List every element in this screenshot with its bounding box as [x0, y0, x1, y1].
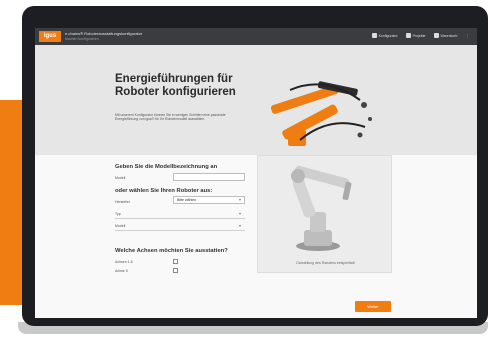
- model2-label: Modell: [115, 224, 126, 228]
- folder-icon: [405, 33, 411, 38]
- chevron-down-icon: ▾: [239, 211, 242, 216]
- menu-dots-icon[interactable]: ⋮: [466, 34, 470, 38]
- robot-preview-card: Darstellung des Roboters beispielhaft: [257, 155, 392, 273]
- model-heading: Geben Sie die Modellbezeichnung an: [115, 164, 218, 170]
- axis-checkbox[interactable]: [173, 259, 178, 264]
- model2-select[interactable]: [115, 230, 245, 231]
- page-title: Energieführungen für Roboter konfigurier…: [115, 73, 236, 98]
- next-button[interactable]: Weiter: [355, 301, 391, 312]
- top-bar: igus e-chains® Roboterausstattungskonfig…: [35, 28, 477, 45]
- industrial-robot-image: [291, 165, 352, 251]
- laptop-screen: igus e-chains® Roboterausstattungskonfig…: [35, 28, 477, 318]
- axes-heading: Welche Achsen möchten Sie ausstatten?: [115, 248, 228, 254]
- cart-icon: [433, 33, 439, 38]
- manufacturer-select[interactable]: Bitte wählen: [173, 196, 245, 204]
- chevron-down-icon: ▾: [239, 223, 242, 228]
- brand-logo[interactable]: igus: [39, 31, 61, 42]
- type-label: Typ: [115, 212, 121, 216]
- top-nav: Konfigurator Projekte Warenkorb ⋮: [371, 33, 470, 38]
- configurator-form: [35, 155, 477, 318]
- hero-description: Mit unserem Konfigurator können Sie in w…: [115, 113, 226, 122]
- robot-arm-illustration: [270, 81, 372, 146]
- type-select[interactable]: [115, 218, 245, 219]
- robot-heading: oder wählen Sie Ihren Roboter aus:: [115, 188, 213, 194]
- nav-projects-label: Projekte: [412, 33, 426, 38]
- hero-section: Energieführungen für Roboter konfigurier…: [35, 45, 477, 155]
- axis-checkbox[interactable]: [173, 268, 178, 273]
- manufacturer-label: Hersteller: [115, 200, 130, 204]
- nav-configurator[interactable]: Konfigurator: [371, 33, 398, 38]
- app-title: e-chains® Roboterausstattungskonfigurato…: [65, 31, 143, 36]
- model-label: Modell: [115, 176, 126, 180]
- app-subtitle: Machen konfigurieren: [65, 37, 99, 41]
- nav-cart[interactable]: Warenkorb: [433, 33, 458, 38]
- orange-accent-block: [0, 100, 22, 305]
- chevron-down-icon: ▾: [239, 197, 242, 202]
- wrench-icon: [371, 33, 377, 38]
- nav-projects[interactable]: Projekte: [405, 33, 426, 38]
- axis-option-label: Achsen 1-6: [115, 260, 133, 264]
- robot-preview-caption: Darstellung des Roboters beispielhaft: [296, 261, 355, 265]
- nav-cart-label: Warenkorb: [440, 33, 458, 38]
- nav-configurator-label: Konfigurator: [378, 33, 398, 38]
- axis-option-label: Achse 5: [115, 269, 128, 273]
- model-input[interactable]: [173, 173, 245, 181]
